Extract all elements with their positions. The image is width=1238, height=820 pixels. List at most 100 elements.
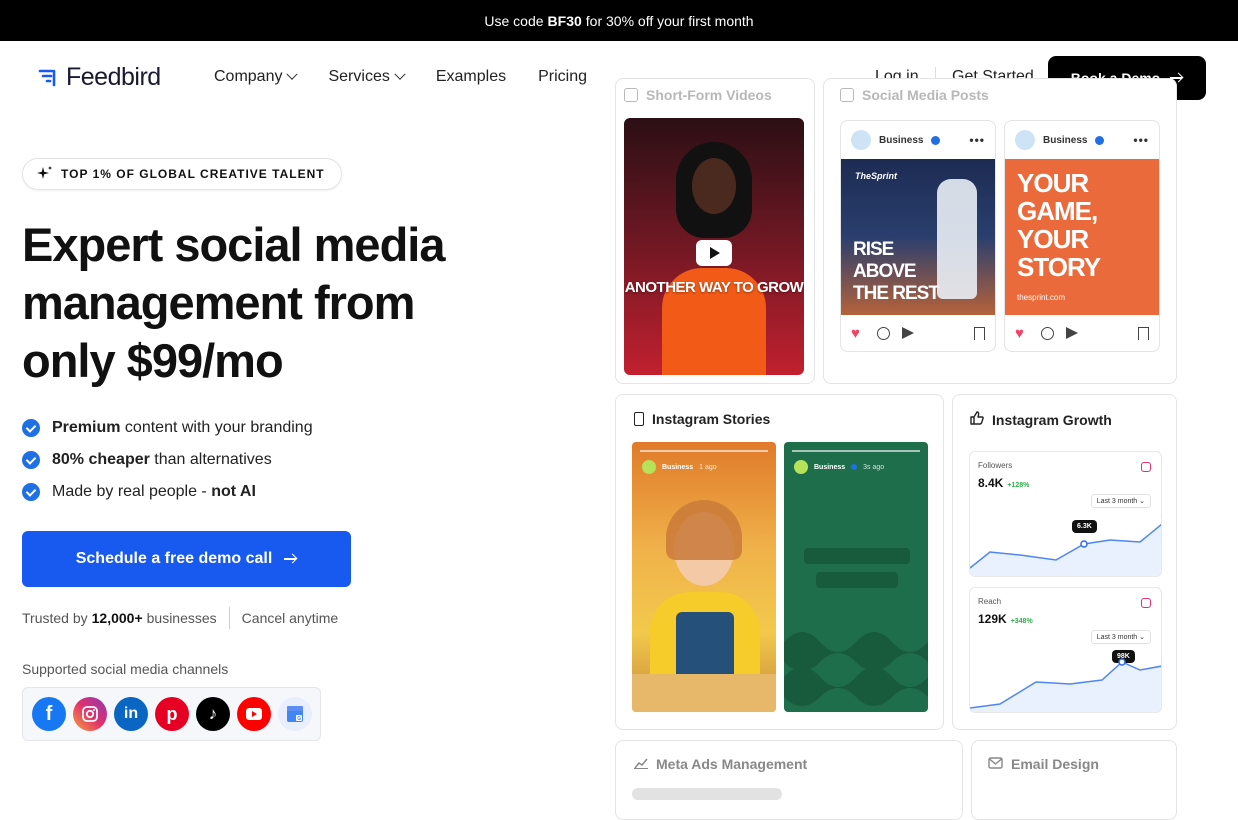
badge-text: TOP 1% OF GLOBAL CREATIVE TALENT	[61, 167, 325, 181]
story-header: Business 3s ago	[794, 460, 884, 474]
story-header: Business 1 ago	[642, 460, 717, 474]
post-image: YOUR GAME, YOUR STORY thesprint.com	[1005, 159, 1159, 315]
story-wave-pattern	[784, 632, 928, 706]
svg-text:G: G	[297, 716, 301, 722]
stories-title-text: Instagram Stories	[652, 411, 771, 427]
youtube-icon	[237, 697, 271, 731]
heart-icon[interactable]: ♥	[851, 326, 865, 341]
range-select[interactable]: Last 3 month ⌄	[1090, 494, 1151, 508]
post-image: TheSprint RISE ABOVE THE REST	[841, 159, 995, 315]
avatar	[851, 130, 871, 150]
avatar	[1015, 130, 1035, 150]
menu-examples[interactable]: Examples	[436, 68, 506, 86]
range-select-label: Last 3 month	[1096, 634, 1138, 641]
google-business-icon: G	[278, 697, 312, 731]
bullet-text: content with your branding	[124, 419, 313, 436]
range-select[interactable]: Last 3 month ⌄	[1090, 630, 1151, 644]
story-1[interactable]: Business 1 ago	[632, 442, 776, 712]
check-badge-icon	[22, 419, 40, 437]
video-thumbnail[interactable]: ANOTHER WAY TO GROW	[624, 118, 804, 375]
page-title: Expert social media management from only…	[22, 218, 445, 387]
post-actions: ♥	[1015, 325, 1149, 341]
menu-company-label: Company	[214, 68, 283, 85]
schedule-demo-button[interactable]: Schedule a free demo call	[22, 531, 351, 587]
reach-label: Reach	[978, 597, 1002, 606]
mail-icon	[988, 756, 1003, 772]
verified-icon	[851, 464, 858, 470]
post-headline: YOUR GAME, YOUR STORY	[1017, 168, 1101, 282]
story-placeholder-line	[816, 572, 898, 588]
comment-icon[interactable]	[877, 326, 890, 340]
followers-line	[970, 523, 1161, 576]
cancel-anytime: Cancel anytime	[241, 610, 339, 626]
reach-chart: Reach 129K +348% Last 3 month ⌄ 98K	[969, 587, 1162, 713]
feedbird-logo-icon	[38, 67, 60, 89]
cta-label: Schedule a free demo call	[75, 550, 273, 567]
email-design-title: Email Design	[988, 756, 1099, 772]
promo-bar: Use code BF30 for 30% off your first mon…	[0, 0, 1238, 41]
facebook-icon: f	[32, 697, 66, 731]
promo-suffix: for 30% off your first month	[585, 12, 754, 29]
promo-code: BF30	[547, 12, 582, 29]
avatar	[642, 460, 656, 474]
list-item: Premium content with your branding	[22, 412, 313, 444]
instagram-icon	[73, 697, 107, 731]
bookmark-icon[interactable]	[1138, 326, 1149, 340]
trust-prefix: Trusted by	[22, 610, 88, 626]
send-icon[interactable]	[902, 327, 914, 339]
sparkle-icon	[37, 165, 53, 184]
bookmark-icon[interactable]	[974, 326, 985, 340]
range-select-label: Last 3 month	[1096, 498, 1138, 505]
play-icon[interactable]	[696, 240, 732, 266]
reach-change: +348%	[1010, 618, 1033, 625]
followers-chart: Followers 8.4K +128% Last 3 month ⌄ 6.3K	[969, 451, 1162, 577]
send-icon[interactable]	[1066, 327, 1078, 339]
post-url: thesprint.com	[1017, 293, 1066, 302]
avatar	[794, 460, 808, 474]
post-headline: RISE ABOVE THE REST	[853, 239, 940, 304]
story-account: Business	[814, 463, 846, 471]
more-icon[interactable]: •••	[969, 133, 985, 147]
post-account: Business	[1043, 134, 1088, 146]
social-post-1[interactable]: Business ••• TheSprint RISE ABOVE THE RE…	[840, 120, 996, 352]
followers-number: 8.4K	[978, 476, 1004, 490]
pinterest-icon: p	[155, 697, 189, 731]
phone-icon	[634, 412, 644, 426]
benefit-list: Premium content with your branding 80% c…	[22, 412, 313, 508]
verified-icon	[1095, 135, 1105, 145]
story-time: 1 ago	[699, 463, 717, 471]
followers-change: +128%	[1007, 482, 1030, 489]
linkedin-icon: in	[114, 697, 148, 731]
arrow-right-icon	[284, 554, 297, 564]
story-2[interactable]: Business 3s ago	[784, 442, 928, 712]
post-actions: ♥	[851, 325, 985, 341]
chevron-down-icon	[394, 68, 406, 80]
menu-pricing[interactable]: Pricing	[538, 68, 587, 86]
post-header: Business •••	[1005, 121, 1159, 159]
menu-services[interactable]: Services	[328, 68, 406, 86]
menu-company[interactable]: Company	[214, 68, 299, 86]
instagram-icon	[1141, 462, 1151, 472]
social-posts-title-text: Social Media Posts	[862, 87, 989, 103]
meta-ads-title-text: Meta Ads Management	[656, 756, 808, 772]
video-figure-head	[692, 158, 736, 214]
promo-prefix: Use code	[484, 12, 544, 29]
social-post-2[interactable]: Business ••• YOUR GAME, YOUR STORY thesp…	[1004, 120, 1160, 352]
instagram-growth-title: Instagram Growth	[970, 411, 1112, 428]
comment-icon[interactable]	[1041, 326, 1054, 340]
bullet-bold: 80% cheaper	[52, 451, 150, 468]
logo[interactable]: Feedbird	[38, 63, 161, 92]
player-figure	[937, 179, 977, 299]
heart-icon[interactable]: ♥	[1015, 326, 1029, 341]
reach-number: 129K	[978, 612, 1007, 626]
calendar-icon	[624, 88, 638, 102]
post-header: Business •••	[841, 121, 995, 159]
image-icon	[840, 88, 854, 102]
menu-pricing-label: Pricing	[538, 68, 587, 85]
meta-ads-title: Meta Ads Management	[634, 756, 807, 772]
post-account: Business	[879, 134, 924, 146]
more-icon[interactable]: •••	[1133, 133, 1149, 147]
growth-title-text: Instagram Growth	[992, 411, 1112, 428]
story-account: Business	[662, 463, 694, 471]
meta-ads-placeholder	[632, 788, 782, 800]
